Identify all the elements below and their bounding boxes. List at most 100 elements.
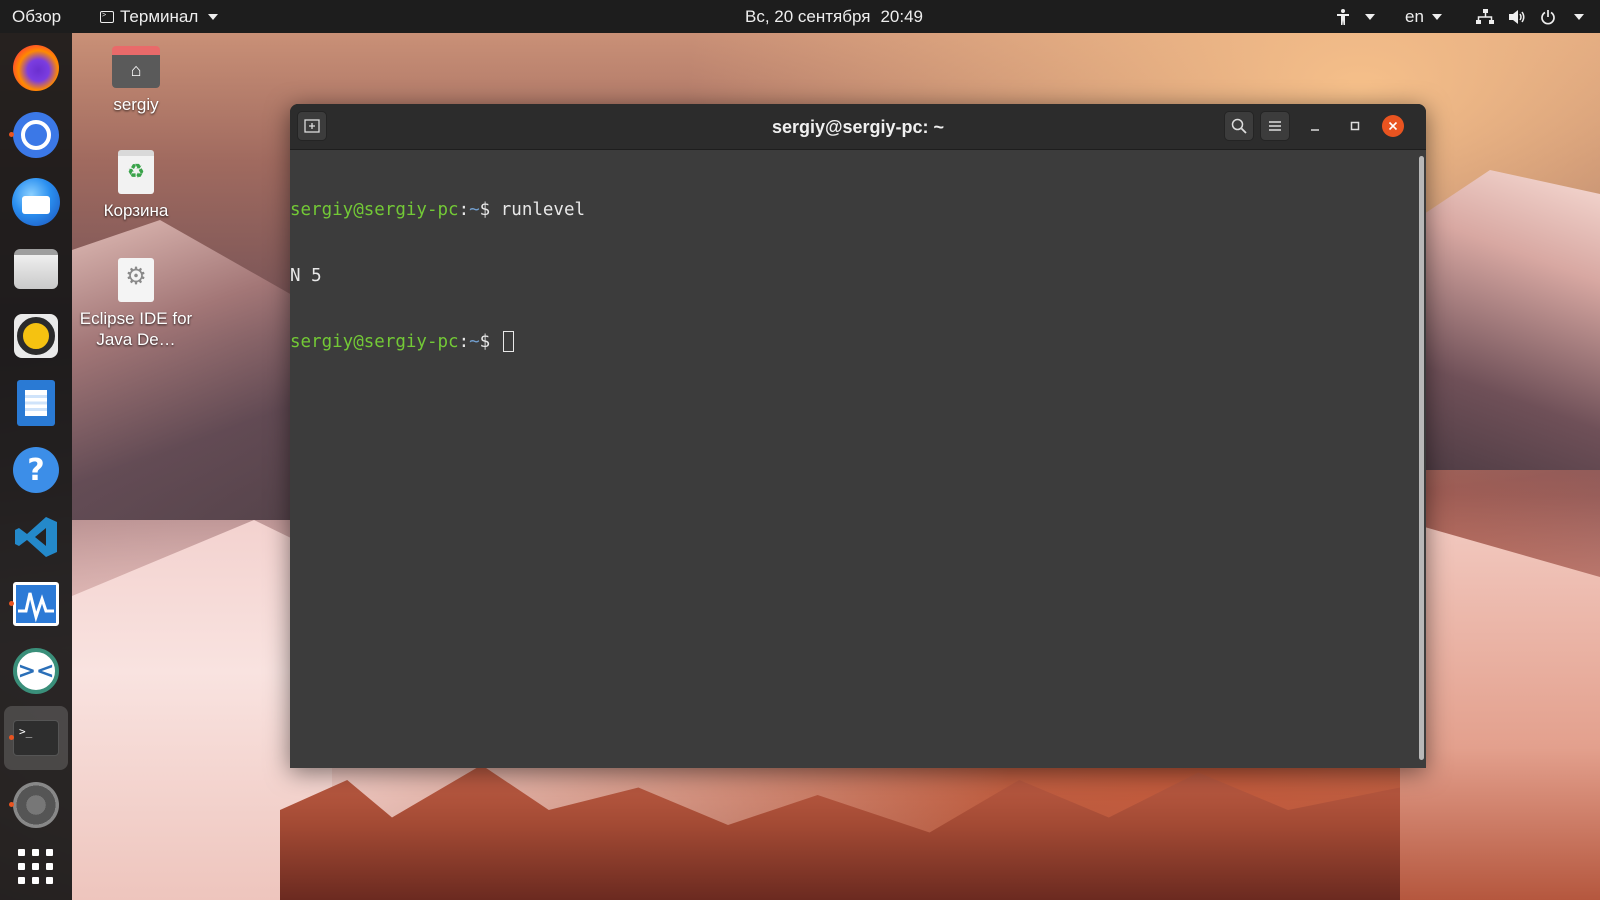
vscode-icon bbox=[15, 517, 57, 557]
hamburger-menu-icon bbox=[1269, 121, 1281, 131]
activities-button[interactable]: Обзор bbox=[12, 0, 61, 33]
terminal-icon: >_ bbox=[13, 720, 59, 756]
top-bar: Обзор > Терминал Вс, 20 сентября 20:49 e… bbox=[0, 0, 1600, 33]
running-indicator bbox=[9, 802, 14, 807]
system-monitor-icon bbox=[13, 582, 59, 626]
new-tab-button[interactable] bbox=[297, 111, 327, 141]
dock-thunderbird[interactable] bbox=[4, 170, 68, 234]
window-titlebar[interactable]: sergiy@sergiy-pc: ~ bbox=[290, 104, 1426, 150]
grid-dot bbox=[32, 849, 39, 856]
wallpaper-trees bbox=[280, 765, 1400, 900]
desktop-icon-label: Корзина bbox=[103, 201, 169, 220]
dock-remmina[interactable]: >< bbox=[4, 639, 68, 703]
desktop-icon-home[interactable]: sergiy bbox=[76, 44, 196, 115]
clock-date: Вс, 20 сентября bbox=[745, 6, 871, 26]
rhythmbox-icon bbox=[14, 314, 58, 358]
desktop-icon-label: Eclipse IDE for Java De… bbox=[79, 309, 193, 349]
search-button[interactable] bbox=[1224, 111, 1254, 141]
keyboard-layout-menu[interactable]: en bbox=[1405, 0, 1442, 33]
running-indicator bbox=[9, 735, 14, 740]
accessibility-menu[interactable] bbox=[1335, 0, 1375, 33]
trash-icon bbox=[118, 150, 154, 194]
prompt-path: ~ bbox=[469, 200, 480, 220]
dock: ? >< >_ bbox=[0, 33, 72, 900]
chevron-down-icon bbox=[1574, 13, 1584, 20]
command-text: runlevel bbox=[500, 200, 586, 220]
grid-dot bbox=[32, 863, 39, 870]
chromium-icon bbox=[13, 112, 59, 158]
clock[interactable]: Вс, 20 сентября 20:49 bbox=[745, 0, 923, 33]
dock-terminal[interactable]: >_ bbox=[4, 706, 68, 770]
wallpaper-mountain-right bbox=[1400, 170, 1600, 470]
grid-dot bbox=[18, 863, 25, 870]
accessibility-icon bbox=[1337, 8, 1349, 25]
terminal-output[interactable]: sergiy@sergiy-pc:~$ runlevel N 5 sergiy@… bbox=[290, 150, 1416, 768]
grid-dot bbox=[18, 849, 25, 856]
system-menu[interactable] bbox=[1476, 0, 1584, 33]
dock-files[interactable] bbox=[4, 237, 68, 301]
desktop-icon-trash[interactable]: Корзина bbox=[76, 150, 196, 221]
thunderbird-icon bbox=[12, 178, 60, 226]
eclipse-icon bbox=[118, 258, 154, 302]
files-icon bbox=[14, 249, 58, 289]
maximize-icon bbox=[1350, 121, 1360, 131]
minimize-button[interactable] bbox=[1300, 111, 1330, 141]
prompt-path: ~ bbox=[469, 332, 480, 352]
chevron-down-icon bbox=[208, 13, 219, 20]
dock-firefox[interactable] bbox=[4, 36, 68, 100]
show-applications-button[interactable] bbox=[18, 849, 54, 885]
grid-dot bbox=[32, 877, 39, 884]
grid-dot bbox=[46, 849, 53, 856]
language-label: en bbox=[1405, 6, 1424, 26]
command-output: N 5 bbox=[290, 266, 322, 286]
chevron-down-icon bbox=[1431, 13, 1442, 20]
dock-writer[interactable] bbox=[4, 371, 68, 435]
power-icon bbox=[1541, 9, 1555, 25]
window-title: sergiy@sergiy-pc: ~ bbox=[771, 117, 945, 137]
grid-dot bbox=[46, 877, 53, 884]
app-menu-label: Терминал bbox=[120, 6, 199, 26]
grid-dot bbox=[18, 877, 25, 884]
dock-system-monitor[interactable] bbox=[4, 572, 68, 636]
app-menu[interactable]: > Терминал bbox=[100, 0, 219, 33]
search-icon bbox=[1231, 118, 1247, 134]
clock-time: 20:49 bbox=[880, 6, 924, 26]
maximize-button[interactable] bbox=[1340, 111, 1370, 141]
menu-button[interactable] bbox=[1260, 111, 1290, 141]
volume-icon bbox=[1509, 9, 1525, 24]
dock-chromium[interactable] bbox=[4, 103, 68, 167]
terminal-line: sergiy@sergiy-pc:~$ bbox=[290, 331, 1416, 353]
dock-rhythmbox[interactable] bbox=[4, 304, 68, 368]
terminal-icon: > bbox=[100, 10, 114, 23]
terminal-line: sergiy@sergiy-pc:~$ runlevel bbox=[290, 200, 586, 220]
dock-settings[interactable] bbox=[4, 773, 68, 837]
activity-graph-icon bbox=[18, 592, 54, 623]
terminal-scrollbar[interactable] bbox=[1416, 150, 1426, 768]
running-indicator bbox=[9, 601, 14, 606]
minimize-icon bbox=[1311, 129, 1319, 131]
desktop-icon-label: sergiy bbox=[113, 95, 159, 114]
writer-icon bbox=[17, 380, 55, 426]
terminal-line: N 5 bbox=[290, 265, 1416, 287]
grid-dot bbox=[46, 863, 53, 870]
terminal-window: sergiy@sergiy-pc: ~ sergiy@sergiy-pc:~$ … bbox=[290, 104, 1426, 768]
settings-icon bbox=[13, 782, 59, 828]
text-cursor bbox=[502, 331, 514, 352]
close-icon bbox=[1382, 115, 1404, 137]
home-folder-icon bbox=[112, 46, 160, 88]
firefox-icon bbox=[13, 45, 59, 91]
close-button[interactable] bbox=[1378, 111, 1408, 141]
dock-vscode[interactable] bbox=[4, 505, 68, 569]
dock-help[interactable]: ? bbox=[4, 438, 68, 502]
scrollbar-thumb[interactable] bbox=[1419, 156, 1424, 760]
network-icon bbox=[1476, 8, 1494, 24]
wallpaper-snow-right bbox=[1400, 520, 1600, 900]
desktop-icon-eclipse[interactable]: Eclipse IDE for Java De… bbox=[76, 258, 196, 350]
running-indicator bbox=[9, 132, 14, 137]
activities-label: Обзор bbox=[12, 6, 62, 26]
new-tab-icon bbox=[304, 119, 320, 133]
remmina-icon: >< bbox=[13, 648, 59, 694]
prompt-user: sergiy@sergiy-pc bbox=[290, 332, 459, 352]
chevron-down-icon bbox=[1365, 13, 1375, 20]
prompt-user: sergiy@sergiy-pc bbox=[290, 200, 459, 220]
